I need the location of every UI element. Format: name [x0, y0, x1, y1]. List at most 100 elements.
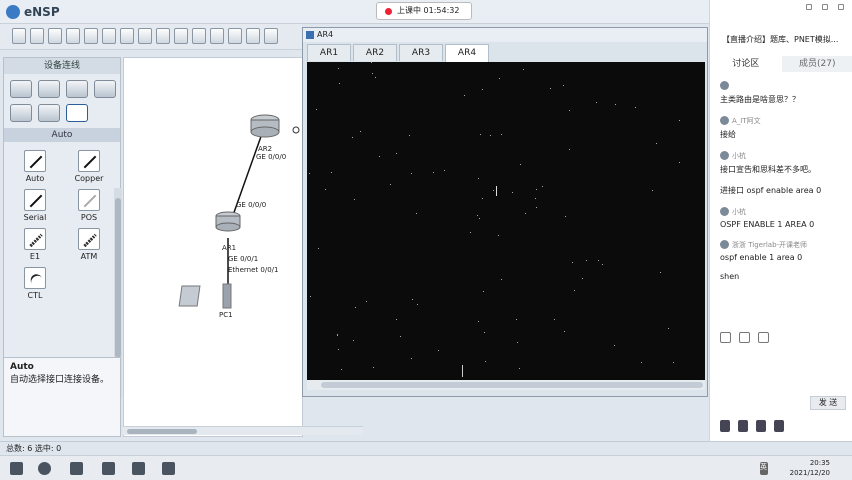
print-icon[interactable] — [102, 28, 116, 44]
terminal-noise — [563, 85, 564, 86]
terminal-noise — [310, 296, 311, 297]
speaker-icon[interactable] — [738, 420, 748, 432]
message-text: 主类路由是啥意思？？ — [720, 95, 800, 104]
terminal-noise — [641, 362, 642, 363]
cable-auto[interactable]: Auto — [8, 150, 62, 183]
terminal-noise — [353, 340, 354, 341]
message-text: shen — [720, 272, 740, 281]
tab-ar2[interactable]: AR2 — [353, 44, 397, 61]
chat-message: 进接口 ospf enable area 0 — [720, 185, 845, 196]
console-horizontal-scrollbar[interactable] — [307, 380, 705, 390]
cable-category-icon[interactable] — [66, 104, 88, 122]
sender-name: 小杭 — [732, 207, 746, 216]
text-icon[interactable] — [228, 28, 242, 44]
scissors-icon[interactable] — [739, 332, 750, 343]
send-button[interactable]: 发 送 — [810, 396, 846, 410]
cloud-category-icon[interactable] — [38, 104, 60, 122]
avatar — [720, 207, 729, 216]
redo-icon[interactable] — [138, 28, 152, 44]
live-status-indicator[interactable]: 上课中 01:54:32 — [376, 2, 472, 20]
wlan-category-icon[interactable] — [66, 80, 88, 98]
router-ar2-icon[interactable] — [250, 114, 280, 138]
terminal-noise — [412, 299, 413, 300]
tab-ar3[interactable]: AR3 — [399, 44, 443, 61]
terminal-noise — [602, 264, 603, 265]
terminal-noise — [482, 89, 483, 90]
cable-label: CTL — [27, 291, 43, 300]
cable-pos[interactable]: POS — [62, 189, 116, 222]
device-category-grid — [4, 74, 120, 128]
terminal-noise — [517, 342, 518, 343]
description-text: 自动选择接口连接设备。 — [10, 375, 110, 385]
start-menu-icon[interactable] — [10, 462, 23, 475]
switch-category-icon[interactable] — [38, 80, 60, 98]
ime-indicator[interactable]: 英 — [760, 462, 768, 475]
terminal-noise — [565, 216, 566, 217]
chat-messages: 主类路由是啥意思？？ A_IT阿文 接给 小杭 接口宣告和思科差不多吧。 进接口… — [720, 80, 845, 291]
delete-icon[interactable] — [192, 28, 206, 44]
app-icon[interactable] — [102, 462, 115, 475]
select-icon[interactable] — [156, 28, 170, 44]
tab-ar4[interactable]: AR4 — [445, 44, 489, 62]
auto-cable-icon — [24, 150, 46, 172]
router-category-icon[interactable] — [10, 80, 32, 98]
save-icon[interactable] — [66, 28, 80, 44]
copper-cable-icon — [78, 150, 100, 172]
pc1-icon[interactable] — [178, 283, 232, 309]
eraser-icon[interactable] — [210, 28, 224, 44]
chat-message: A_IT阿文 接给 — [720, 115, 845, 140]
open-icon[interactable] — [48, 28, 62, 44]
start-device-icon[interactable] — [264, 28, 278, 44]
message-text: 接口宣告和思科差不多吧。 — [720, 165, 816, 174]
status-bar: 总数: 6 选中: 0 — [0, 441, 852, 455]
system-clock[interactable]: 20:35 2021/12/20 — [790, 458, 830, 478]
terminal-noise — [668, 328, 669, 329]
pc-category-icon[interactable] — [10, 104, 32, 122]
terminal-noise — [316, 109, 317, 110]
device-panel-title: 设备连线 — [4, 58, 120, 74]
terminal-noise — [493, 190, 494, 191]
tab-ar1[interactable]: AR1 — [307, 44, 351, 61]
ensp-taskbar-icon[interactable] — [132, 462, 145, 475]
browser-icon[interactable] — [38, 462, 51, 475]
firewall-category-icon[interactable] — [94, 80, 116, 98]
topology-links — [178, 114, 300, 309]
hand-icon[interactable] — [174, 28, 188, 44]
cable-e1[interactable]: E1 — [8, 228, 62, 261]
new-file-icon[interactable] — [12, 28, 26, 44]
cable-label: POS — [80, 213, 98, 222]
cable-atm[interactable]: ATM — [62, 228, 116, 261]
camera-icon[interactable] — [774, 420, 784, 432]
signal-icon[interactable] — [756, 420, 766, 432]
tab-discussion[interactable]: 讨论区 — [710, 56, 782, 72]
cable-copper[interactable]: Copper — [62, 150, 116, 183]
file-explorer-icon[interactable] — [162, 462, 175, 475]
canvas-horizontal-scrollbar[interactable] — [123, 426, 363, 435]
settings-icon[interactable] — [806, 4, 812, 10]
tab-members[interactable]: 成员(27) — [781, 56, 852, 72]
emoji-icon[interactable] — [720, 332, 731, 343]
terminal-noise — [400, 336, 401, 337]
cable-serial[interactable]: Serial — [8, 189, 62, 222]
cable-ctl[interactable]: CTL — [8, 267, 62, 300]
terminal-noise — [341, 369, 342, 370]
rectangle-icon[interactable] — [246, 28, 260, 44]
terminal-noise — [444, 170, 445, 171]
topology-canvas[interactable]: AR2 GE 0/0/0 GE 0/0/0 AR1 GE 0/0/1 Ether… — [123, 57, 303, 437]
microphone-icon[interactable] — [720, 420, 730, 432]
clock-date: 2021/12/20 — [789, 469, 830, 477]
task-view-icon[interactable] — [70, 462, 83, 475]
chat-message: 小杭 接口宣告和思科差不多吧。 — [720, 150, 845, 175]
terminal-noise — [542, 186, 543, 187]
router-ar1-icon[interactable] — [215, 211, 241, 232]
image-icon[interactable] — [758, 332, 769, 343]
minimize-icon[interactable] — [822, 4, 828, 10]
close-icon[interactable] — [838, 4, 844, 10]
console-window-title: AR4 — [303, 28, 707, 42]
windows-taskbar: 英 20:35 2021/12/20 — [0, 455, 852, 480]
undo-icon[interactable] — [120, 28, 134, 44]
save-as-icon[interactable] — [84, 28, 98, 44]
terminal-output[interactable] — [307, 62, 705, 380]
node-label-ar2: AR2 — [258, 145, 273, 153]
new-topology-icon[interactable] — [30, 28, 44, 44]
